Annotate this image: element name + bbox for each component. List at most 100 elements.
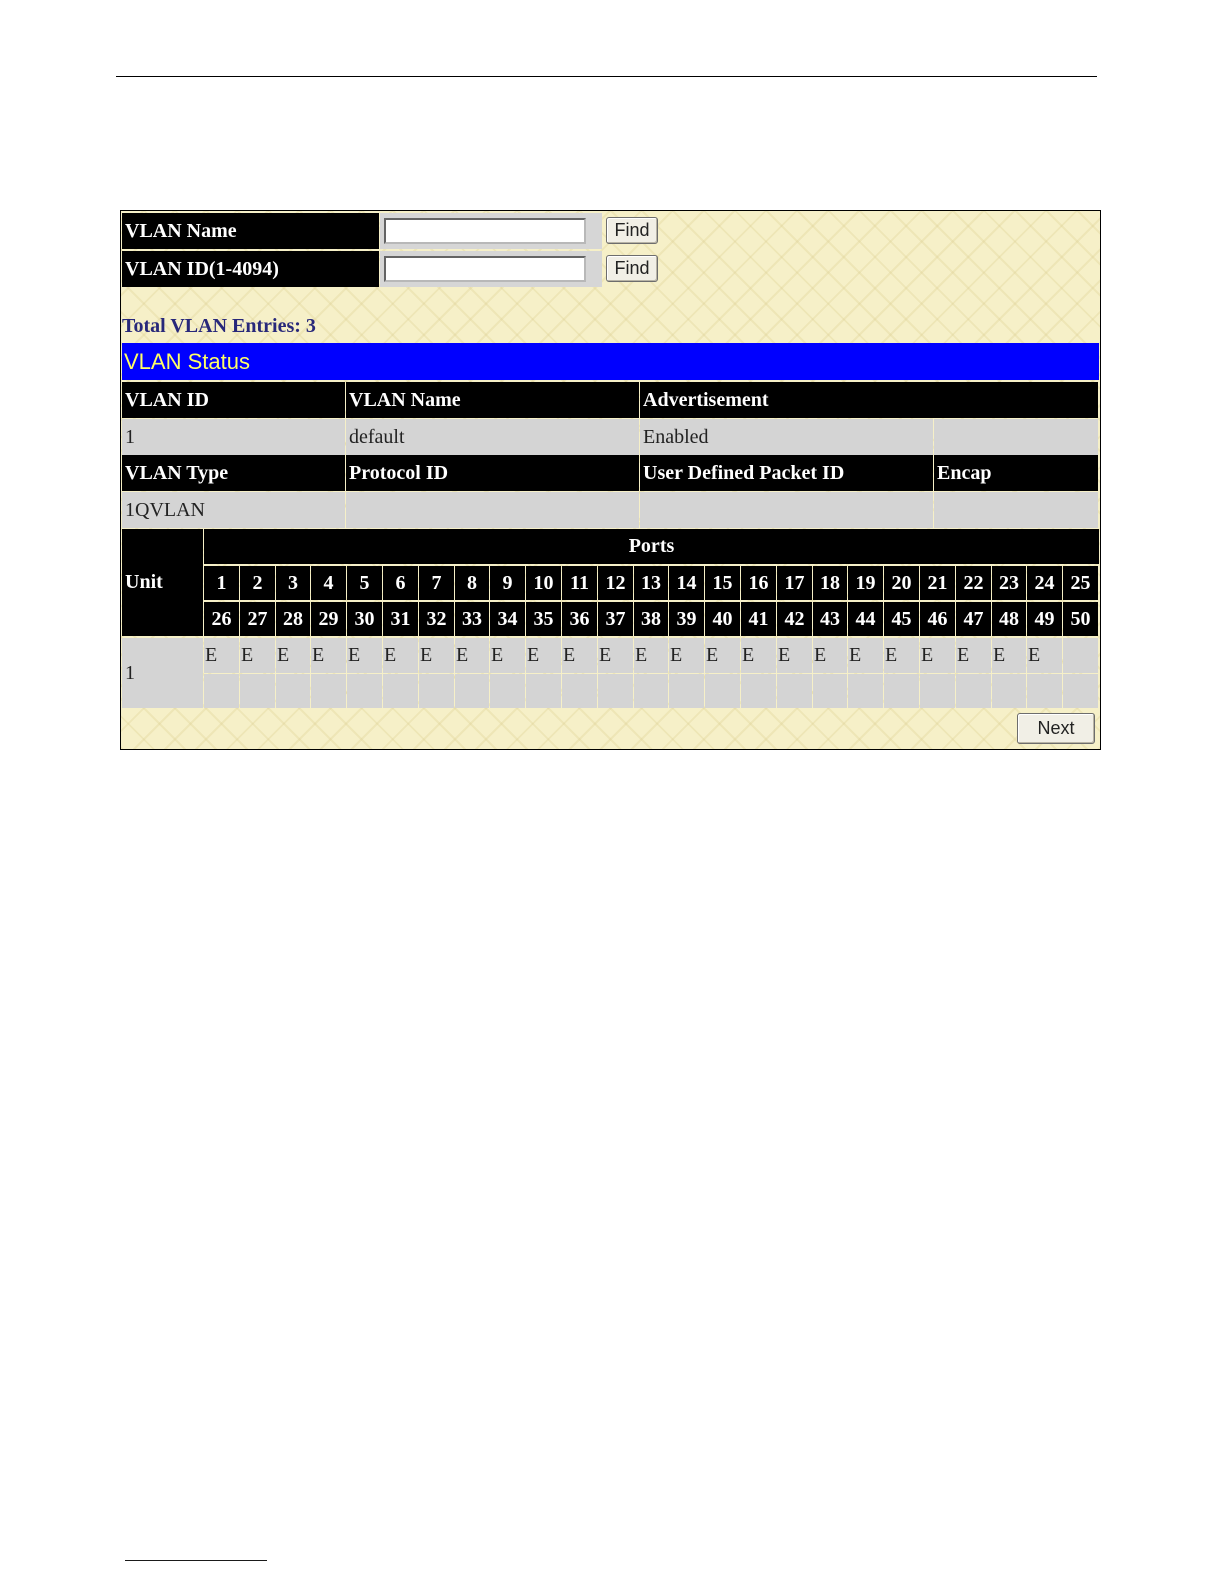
vlan-id-input[interactable] [384,256,586,282]
port-status-cell [598,674,633,708]
port-status-cell [240,674,275,708]
port-number-cell: 30 [347,602,382,636]
port-status-cell [1063,638,1098,673]
port-number-cell: 1 [204,566,239,600]
vlan-header-cell: VLAN Type [122,455,345,491]
port-number-cell: 24 [1027,566,1062,600]
port-status-cell [956,674,991,708]
port-status-cell [383,674,418,708]
vlan-name-label: VLAN Name [122,213,379,249]
vlan-header-cell: VLAN ID [122,382,345,418]
port-number-cell: 45 [884,602,919,636]
port-status-cell [669,674,704,708]
find-by-name-button[interactable]: Find [606,217,658,244]
vlan-header-cell: Protocol ID [346,455,639,491]
vlan-header-cell: VLAN Name [346,382,639,418]
port-number-cell: 40 [705,602,740,636]
port-number-cell: 13 [634,566,668,600]
port-status-cell [311,674,346,708]
port-status-cell: E [1027,638,1062,673]
vlan-header-cell: Advertisement [640,382,1098,418]
port-status-cell: E [419,638,454,673]
port-number-cell: 14 [669,566,704,600]
port-status-cell: E [490,638,525,673]
port-status-cell: E [956,638,991,673]
port-number-cell: 9 [490,566,525,600]
vlan-value-cell [346,492,639,528]
port-status-cell: E [276,638,310,673]
port-number-cell: 2 [240,566,275,600]
port-number-cell: 4 [311,566,346,600]
port-number-cell: 42 [777,602,812,636]
port-status-cell: E [884,638,919,673]
vlan-name-input[interactable] [384,218,586,244]
port-status-cell: E [526,638,561,673]
port-number-cell: 6 [383,566,418,600]
port-number-cell: 46 [920,602,955,636]
port-number-cell: 8 [455,566,489,600]
vlan-status-panel: VLAN Name Find VLAN ID(1-4094) Find Tota… [120,210,1101,750]
port-status-cell [705,674,740,708]
port-status-cell: E [634,638,668,673]
vlan-name-input-wrap [380,213,602,249]
port-status-cell: E [383,638,418,673]
find-by-id-button[interactable]: Find [606,255,658,282]
port-status-cell [526,674,561,708]
port-status-cell [920,674,955,708]
port-number-cell: 43 [813,602,847,636]
port-status-cell: E [562,638,597,673]
port-number-cell: 15 [705,566,740,600]
port-number-cell: 36 [562,602,597,636]
port-number-cell: 5 [347,566,382,600]
port-status-cell: E [777,638,812,673]
port-status-cell [634,674,668,708]
port-status-cell: E [347,638,382,673]
port-status-cell [562,674,597,708]
port-status-cell [204,674,239,708]
total-vlan-entries: Total VLAN Entries: 3 [122,315,316,337]
port-number-cell: 26 [204,602,239,636]
vlan-value-cell: default [346,419,639,455]
vlan-status-title: VLAN Status [122,343,1099,380]
port-status-cell: E [992,638,1026,673]
port-status-cell: E [311,638,346,673]
port-status-cell [848,674,883,708]
port-status-cell: E [455,638,489,673]
port-status-cell: E [669,638,704,673]
port-number-cell: 41 [741,602,776,636]
port-status-cell: E [813,638,847,673]
port-number-cell: 12 [598,566,633,600]
unit-value-cell: 1 [122,638,203,708]
port-number-cell: 18 [813,566,847,600]
footer-rule [125,1560,267,1561]
port-status-cell [1063,674,1098,708]
port-number-cell: 49 [1027,602,1062,636]
vlan-id-label: VLAN ID(1-4094) [122,251,379,287]
port-number-cell: 22 [956,566,991,600]
port-status-cell [992,674,1026,708]
port-number-cell: 31 [383,602,418,636]
port-number-cell: 37 [598,602,633,636]
vlan-value-cell: 1 [122,419,345,455]
port-number-cell: 50 [1063,602,1098,636]
port-status-cell [741,674,776,708]
page-header-rule [116,76,1097,77]
port-status-cell [884,674,919,708]
port-status-cell: E [204,638,239,673]
port-number-cell: 17 [777,566,812,600]
port-number-cell: 10 [526,566,561,600]
port-number-cell: 32 [419,602,454,636]
port-number-cell: 19 [848,566,883,600]
port-status-cell [490,674,525,708]
vlan-value-cell: 1QVLAN [122,492,345,528]
port-status-cell: E [598,638,633,673]
port-number-cell: 20 [884,566,919,600]
port-status-cell [813,674,847,708]
port-number-cell: 44 [848,602,883,636]
port-number-cell: 39 [669,602,704,636]
next-button[interactable]: Next [1017,713,1095,744]
port-number-cell: 28 [276,602,310,636]
port-number-cell: 3 [276,566,310,600]
vlan-header-cell: Encap [934,455,1098,491]
port-number-cell: 7 [419,566,454,600]
